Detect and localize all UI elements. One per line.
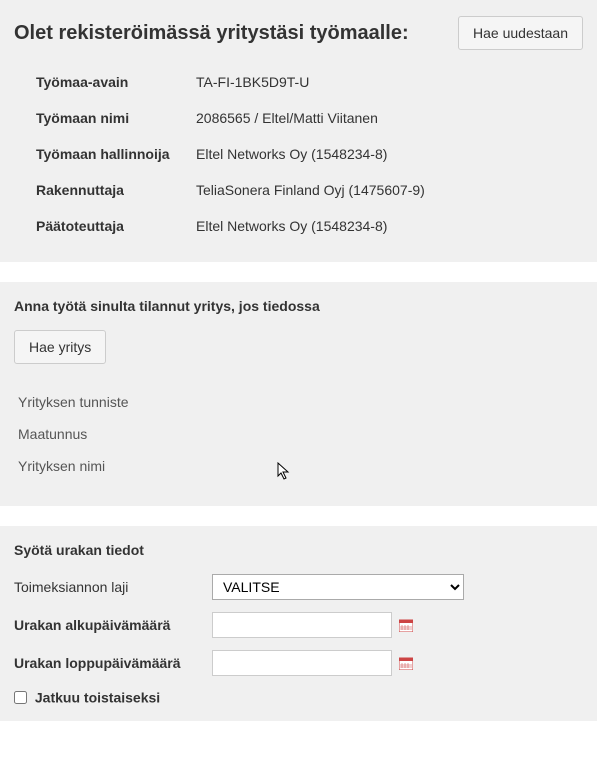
start-date-label: Urakan alkupäivämäärä [14,617,212,633]
page-title: Olet rekisteröimässä yritystäsi työmaall… [14,22,409,45]
worksite-admin-value: Eltel Networks Oy (1548234-8) [196,146,387,162]
worksite-name-label: Työmaan nimi [36,110,196,126]
assignment-type-label: Toimeksiannon laji [14,579,212,595]
end-date-input[interactable] [212,650,392,676]
ordering-company-panel: Anna työtä sinulta tilannut yritys, jos … [0,282,597,506]
company-id-label: Yrityksen tunniste [18,394,583,410]
ongoing-label: Jatkuu toistaiseksi [35,689,160,705]
worksite-developer-label: Rakennuttaja [36,182,196,198]
worksite-developer-value: TeliaSonera Finland Oyj (1475607-9) [196,182,425,198]
ordering-company-title: Anna työtä sinulta tilannut yritys, jos … [14,298,583,314]
worksite-contractor-value: Eltel Networks Oy (1548234-8) [196,218,387,234]
worksite-key-row: Työmaa-avain TA-FI-1BK5D9T-U [36,74,583,90]
ongoing-checkbox[interactable] [14,691,27,704]
contract-details-panel: Syötä urakan tiedot Toimeksiannon laji V… [0,526,597,721]
worksite-contractor-label: Päätoteuttaja [36,218,196,234]
worksite-key-label: Työmaa-avain [36,74,196,90]
worksite-admin-label: Työmaan hallinnoija [36,146,196,162]
end-date-label: Urakan loppupäivämäärä [14,655,212,671]
worksite-info-panel: Olet rekisteröimässä yritystäsi työmaall… [0,0,597,262]
worksite-key-value: TA-FI-1BK5D9T-U [196,74,309,90]
contract-title: Syötä urakan tiedot [14,542,583,558]
worksite-developer-row: Rakennuttaja TeliaSonera Finland Oyj (14… [36,182,583,198]
worksite-admin-row: Työmaan hallinnoija Eltel Networks Oy (1… [36,146,583,162]
worksite-name-row: Työmaan nimi 2086565 / Eltel/Matti Viita… [36,110,583,126]
company-country-label: Maatunnus [18,426,583,442]
calendar-icon[interactable] [398,617,414,633]
search-company-button[interactable]: Hae yritys [14,330,106,364]
calendar-icon[interactable] [398,655,414,671]
search-again-button[interactable]: Hae uudestaan [458,16,583,50]
worksite-contractor-row: Päätoteuttaja Eltel Networks Oy (1548234… [36,218,583,234]
start-date-input[interactable] [212,612,392,638]
company-name-label: Yrityksen nimi [18,458,583,474]
worksite-name-value: 2086565 / Eltel/Matti Viitanen [196,110,378,126]
assignment-type-select[interactable]: VALITSE [212,574,464,600]
